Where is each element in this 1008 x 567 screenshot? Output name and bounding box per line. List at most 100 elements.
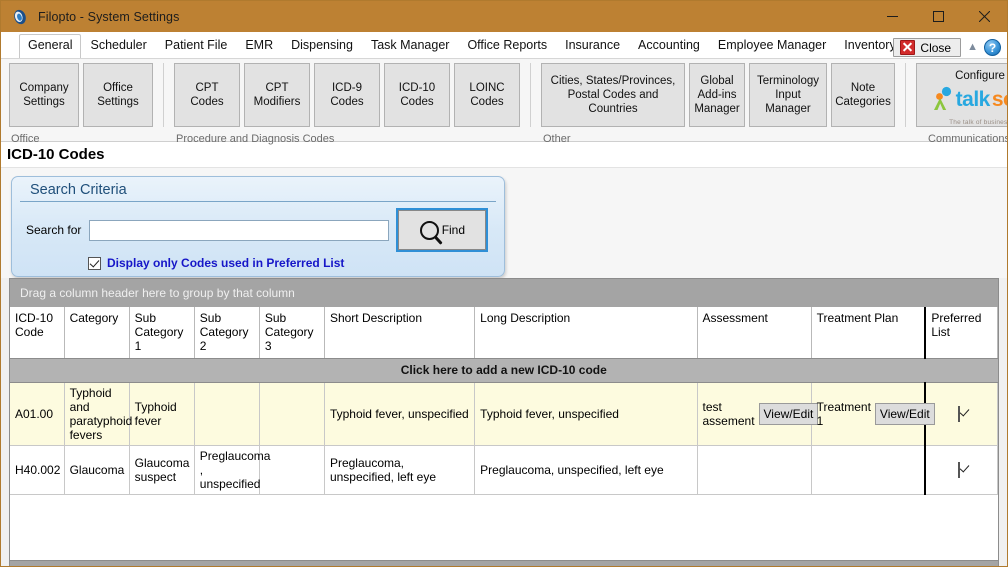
configure-label: Configure <box>955 70 1005 82</box>
ribbon-separator <box>163 63 164 127</box>
help-icon[interactable]: ? <box>984 39 1001 56</box>
tab-office-reports[interactable]: Office Reports <box>458 34 556 58</box>
grid-add-new-row[interactable]: Click here to add a new ICD-10 code <box>10 358 998 383</box>
cell-long-description: Preglaucoma, unspecified, left eye <box>474 445 698 495</box>
preferred-list-checkbox[interactable] <box>88 256 101 270</box>
ribbon-button-cpt-modifiers[interactable]: CPT Modifiers <box>244 63 310 127</box>
close-button-label: Close <box>920 40 952 55</box>
ribbon-button-cities-states-postal-countries[interactable]: Cities, States/Provinces, Postal Codes a… <box>541 63 685 127</box>
ribbon-group-procedure-diagnosis-codes: CPT Codes CPT Modifiers ICD-9 Codes ICD-… <box>166 63 528 145</box>
tab-dispensing[interactable]: Dispensing <box>282 34 362 58</box>
chevron-up-icon[interactable]: ▲ <box>967 42 978 53</box>
column-header-sub-category-1[interactable]: Sub Category 1 <box>129 307 195 359</box>
cell-preferred-list <box>924 382 999 446</box>
ribbon-button-terminology-input-manager[interactable]: Terminology Input Manager <box>749 63 827 127</box>
tab-task-manager[interactable]: Task Manager <box>362 34 459 58</box>
cell-long-description: Typhoid fever, unspecified <box>474 382 698 446</box>
ribbon-button-company-settings[interactable]: Company Settings <box>9 63 79 127</box>
cell-assessment: test assement View/Edit <box>697 382 819 446</box>
talksoft-soft-text: soft <box>991 87 1007 111</box>
find-button[interactable]: Find <box>396 208 489 252</box>
treatment-plan-view-edit-button[interactable]: View/Edit <box>874 403 935 425</box>
search-input[interactable] <box>89 219 390 241</box>
application-window: Filopto - System Settings General Schedu… <box>0 0 1008 567</box>
page-title: ICD-10 Codes <box>7 146 105 163</box>
ribbon-button-global-addins-manager[interactable]: Global Add-ins Manager <box>689 63 745 127</box>
add-new-row-label: Click here to add a new ICD-10 code <box>10 358 998 383</box>
group-by-bar[interactable]: Drag a column header here to group by th… <box>10 279 998 307</box>
tab-scheduler[interactable]: Scheduler <box>81 34 155 58</box>
cell-preferred-list <box>924 445 999 495</box>
preferred-list-row-checkbox[interactable] <box>957 462 960 478</box>
tab-emr[interactable]: EMR <box>236 34 282 58</box>
ribbon-group-label-other: Other <box>543 133 571 145</box>
column-header-category[interactable]: Category <box>64 307 130 359</box>
ribbon-body: Company Settings Office Settings Office … <box>1 58 1008 145</box>
column-header-long-description[interactable]: Long Description <box>474 307 698 359</box>
column-header-assessment[interactable]: Assessment <box>697 307 812 359</box>
grid-search-bar: Enter text to search... ▾ Find Clear <box>9 561 999 566</box>
table-row[interactable]: A01.00 Typhoid and paratyphoid fevers Ty… <box>10 382 999 446</box>
close-button[interactable]: Close <box>893 38 962 57</box>
search-criteria-panel: Search Criteria Search for Find Display … <box>11 176 505 277</box>
column-header-preferred-list[interactable]: Preferred List <box>924 307 999 359</box>
ribbon-button-icd-10-codes[interactable]: ICD-10 Codes <box>384 63 450 127</box>
tab-insurance[interactable]: Insurance <box>556 34 629 58</box>
minimize-button[interactable] <box>869 1 915 32</box>
search-criteria-area: Search Criteria Search for Find Display … <box>1 168 1007 278</box>
ribbon-separator <box>530 63 531 127</box>
preferred-list-checkbox-label: Display only Codes used in Preferred Lis… <box>107 256 345 270</box>
cell-sub-category-1: Typhoid fever <box>129 382 195 446</box>
find-button-label: Find <box>441 223 466 237</box>
page-header: ICD-10 Codes <box>1 142 1007 168</box>
table-row[interactable]: H40.002 Glaucoma Glaucoma suspect Pregla… <box>10 445 999 495</box>
grid-empty-area <box>10 495 998 560</box>
magnifier-icon <box>419 220 439 240</box>
cell-sub-category-1: Glaucoma suspect <box>129 445 195 495</box>
window-title: Filopto - System Settings <box>38 9 180 24</box>
ribbon-button-icd-9-codes[interactable]: ICD-9 Codes <box>314 63 380 127</box>
ribbon-button-configure-talksoft[interactable]: Configure talksoft The talk of business <box>916 63 1008 127</box>
cell-sub-category-2 <box>194 382 260 446</box>
tab-accounting[interactable]: Accounting <box>629 34 709 58</box>
ribbon-button-cpt-codes[interactable]: CPT Codes <box>174 63 240 127</box>
cell-short-description: Typhoid fever, unspecified <box>324 382 476 446</box>
window-controls <box>869 1 1007 32</box>
ribbon-button-office-settings[interactable]: Office Settings <box>83 63 153 127</box>
ribbon-group-other: Cities, States/Provinces, Postal Codes a… <box>533 63 903 145</box>
assessment-view-edit-button[interactable]: View/Edit <box>758 403 819 425</box>
column-header-sub-category-3[interactable]: Sub Category 3 <box>259 307 325 359</box>
talksoft-mark-icon <box>933 86 951 110</box>
cell-category: Typhoid and paratyphoid fevers <box>64 382 132 446</box>
ribbon-actions: Close ▲ ? <box>893 38 1001 57</box>
cell-icd10-code: A01.00 <box>10 382 65 446</box>
talksoft-talk-text: talk <box>955 87 991 111</box>
talksoft-tagline: The talk of business <box>949 119 1008 126</box>
ribbon-separator <box>905 63 906 127</box>
treatment-plan-text: Treatment 1 <box>816 400 871 428</box>
talksoft-logo-icon: talksoft <box>932 86 1007 112</box>
cell-sub-category-2: Preglaucoma , unspecified <box>194 445 270 495</box>
search-for-label: Search for <box>26 223 82 237</box>
ribbon-button-note-categories[interactable]: Note Categories <box>831 63 895 127</box>
close-icon <box>900 40 916 55</box>
ribbon-group-label-communications: Communications <box>928 133 1008 145</box>
ribbon-button-loinc-codes[interactable]: LOINC Codes <box>454 63 520 127</box>
search-criteria-title: Search Criteria <box>20 181 496 202</box>
preferred-list-row-checkbox[interactable] <box>957 406 960 422</box>
close-window-button[interactable] <box>961 1 1007 32</box>
tab-patient-file[interactable]: Patient File <box>156 34 237 58</box>
cell-sub-category-3 <box>259 382 325 446</box>
tab-general[interactable]: General <box>19 34 82 59</box>
cell-short-description: Preglaucoma, unspecified, left eye <box>324 445 476 495</box>
maximize-button[interactable] <box>915 1 961 32</box>
ribbon-group-label-procedure-diagnosis-codes: Procedure and Diagnosis Codes <box>176 133 335 145</box>
column-header-sub-category-2[interactable]: Sub Category 2 <box>194 307 260 359</box>
ribbon-group-communications: Configure talksoft The talk of business … <box>908 63 1008 145</box>
grid-header-row: ICD-10 Code Category Sub Category 1 Sub … <box>10 307 999 359</box>
cell-icd10-code: H40.002 <box>10 445 65 495</box>
column-header-icd10-code[interactable]: ICD-10 Code <box>10 307 65 359</box>
column-header-treatment-plan[interactable]: Treatment Plan <box>811 307 926 359</box>
column-header-short-description[interactable]: Short Description <box>324 307 476 359</box>
tab-employee-manager[interactable]: Employee Manager <box>709 34 835 58</box>
